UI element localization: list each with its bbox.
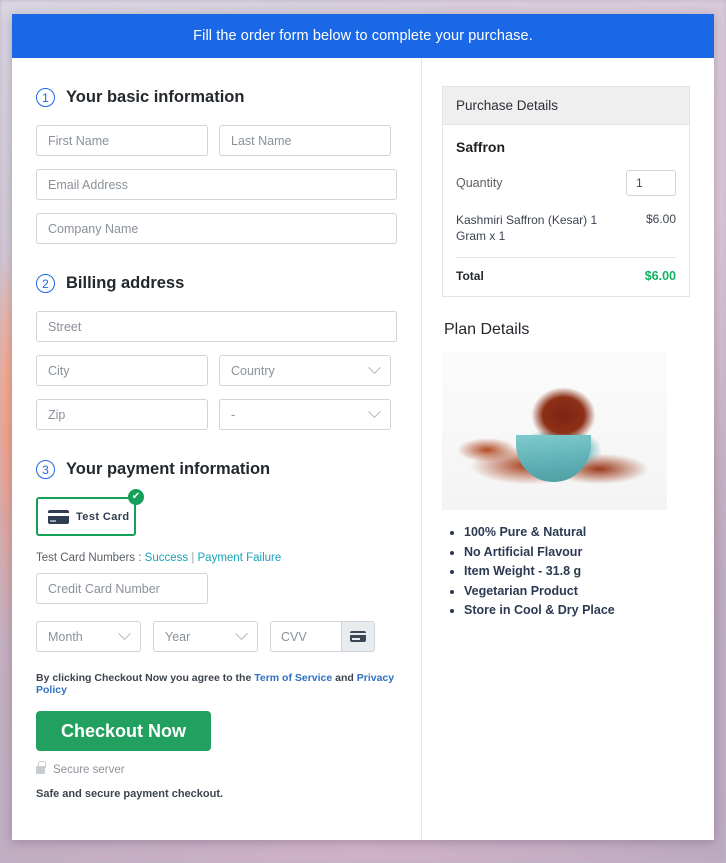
list-item: 100% Pure & Natural	[464, 523, 690, 542]
list-item: Store in Cool & Dry Place	[464, 601, 690, 620]
email-input[interactable]: Email Address	[36, 169, 397, 200]
company-name-input[interactable]: Company Name	[36, 213, 397, 244]
credit-card-icon	[48, 509, 69, 524]
terms-agreement-text: By clicking Checkout Now you agree to th…	[36, 672, 397, 696]
list-item: Vegetarian Product	[464, 582, 690, 601]
first-name-input[interactable]: First Name	[36, 125, 208, 156]
last-name-input[interactable]: Last Name	[219, 125, 391, 156]
total-row: Total $6.00	[456, 269, 676, 283]
chevron-down-icon	[368, 405, 381, 419]
step-number-2: 2	[36, 274, 55, 293]
section-title-payment-information: Your payment information	[66, 460, 271, 478]
purchase-details-heading: Purchase Details	[443, 87, 689, 125]
company-row: Company Name	[36, 213, 397, 244]
purchase-details-panel: Purchase Details Saffron Quantity 1 Kash…	[442, 86, 690, 298]
expiry-month-value: Month	[48, 629, 83, 644]
chevron-down-icon	[368, 361, 381, 375]
section-title-billing-address: Billing address	[66, 274, 185, 292]
expiry-year-value: Year	[165, 629, 191, 644]
country-select[interactable]: Country	[219, 355, 391, 386]
test-card-numbers-label: Test Card Numbers :	[36, 552, 145, 564]
payment-method-wrapper: Test Card ✔	[36, 489, 144, 536]
chevron-down-icon	[235, 627, 248, 641]
section-heading-billing-address: 2 Billing address	[36, 274, 397, 293]
purchase-details-body: Saffron Quantity 1 Kashmiri Saffron (Kes…	[443, 125, 689, 296]
safe-checkout-label: Safe and secure payment checkout.	[36, 788, 224, 800]
cvv-help-button[interactable]	[341, 622, 374, 651]
secure-server-note: Secure server	[36, 761, 397, 776]
country-select-value: Country	[231, 363, 275, 378]
total-label: Total	[456, 269, 484, 284]
email-row: Email Address	[36, 169, 397, 200]
test-card-numbers-line: Test Card Numbers : Success | Payment Fa…	[36, 552, 397, 564]
terms-prefix: By clicking Checkout Now you agree to th…	[36, 672, 255, 684]
card-number-row: Credit Card Number	[36, 573, 397, 604]
order-summary-column: Purchase Details Saffron Quantity 1 Kash…	[422, 58, 714, 840]
checkout-now-button[interactable]: Checkout Now	[36, 711, 211, 751]
lock-icon	[36, 761, 46, 774]
divider	[456, 257, 676, 259]
total-amount: $6.00	[644, 269, 676, 284]
terms-middle: and	[332, 672, 357, 684]
product-name: Saffron	[456, 139, 505, 155]
list-item: Item Weight - 31.8 g	[464, 562, 690, 581]
zip-state-row: Zip -	[36, 399, 397, 430]
credit-card-number-input[interactable]: Credit Card Number	[36, 573, 208, 604]
cvv-input[interactable]: CVV	[271, 622, 341, 651]
credit-card-icon	[350, 631, 366, 642]
expiry-month-select[interactable]: Month	[36, 621, 141, 652]
city-country-row: City Country	[36, 355, 397, 386]
state-select-value: -	[231, 407, 236, 422]
plan-details-heading: Plan Details	[444, 321, 530, 339]
term-of-service-link[interactable]: Term of Service	[254, 672, 332, 684]
step-number-3: 3	[36, 460, 55, 479]
success-link[interactable]: Success	[145, 552, 188, 564]
street-row: Street	[36, 311, 397, 342]
line-item-name: Kashmiri Saffron (Kesar) 1 Gram x 1	[456, 213, 598, 244]
payment-method-test-card[interactable]: Test Card	[36, 497, 136, 536]
list-item: No Artificial Flavour	[464, 543, 690, 562]
card-body: 1 Your basic information First Name Last…	[12, 58, 714, 840]
chevron-down-icon	[118, 627, 131, 641]
secure-server-label: Secure server	[53, 764, 125, 776]
plan-features-list: 100% Pure & Natural No Artificial Flavou…	[464, 523, 690, 620]
step-number-1: 1	[36, 88, 55, 107]
check-circle-icon: ✔	[128, 489, 144, 505]
expiry-cvv-row: Month Year CVV	[36, 621, 397, 652]
name-row: First Name Last Name	[36, 125, 397, 156]
banner-text: Fill the order form below to complete yo…	[193, 28, 533, 44]
payment-method-label: Test Card	[76, 510, 130, 523]
quantity-row: Quantity 1	[456, 170, 676, 196]
section-heading-basic-information: 1 Your basic information	[36, 88, 397, 107]
link-separator: |	[188, 552, 198, 564]
zip-input[interactable]: Zip	[36, 399, 208, 430]
checkout-form-column: 1 Your basic information First Name Last…	[12, 58, 422, 840]
expiry-year-select[interactable]: Year	[153, 621, 258, 652]
page-banner: Fill the order form below to complete yo…	[12, 14, 714, 58]
section-heading-payment-information: 3 Your payment information	[36, 460, 397, 479]
checkout-card: Fill the order form below to complete yo…	[12, 14, 714, 840]
quantity-input[interactable]: 1	[626, 170, 676, 196]
quantity-label: Quantity	[456, 176, 503, 190]
line-item-row: Kashmiri Saffron (Kesar) 1 Gram x 1 $6.0…	[456, 212, 676, 244]
section-title-basic-information: Your basic information	[66, 88, 245, 106]
payment-failure-link[interactable]: Payment Failure	[198, 552, 282, 564]
state-select[interactable]: -	[219, 399, 391, 430]
cvv-group: CVV	[270, 621, 375, 652]
city-input[interactable]: City	[36, 355, 208, 386]
street-input[interactable]: Street	[36, 311, 397, 342]
product-image	[442, 352, 667, 511]
line-item-amount: $6.00	[645, 212, 676, 226]
